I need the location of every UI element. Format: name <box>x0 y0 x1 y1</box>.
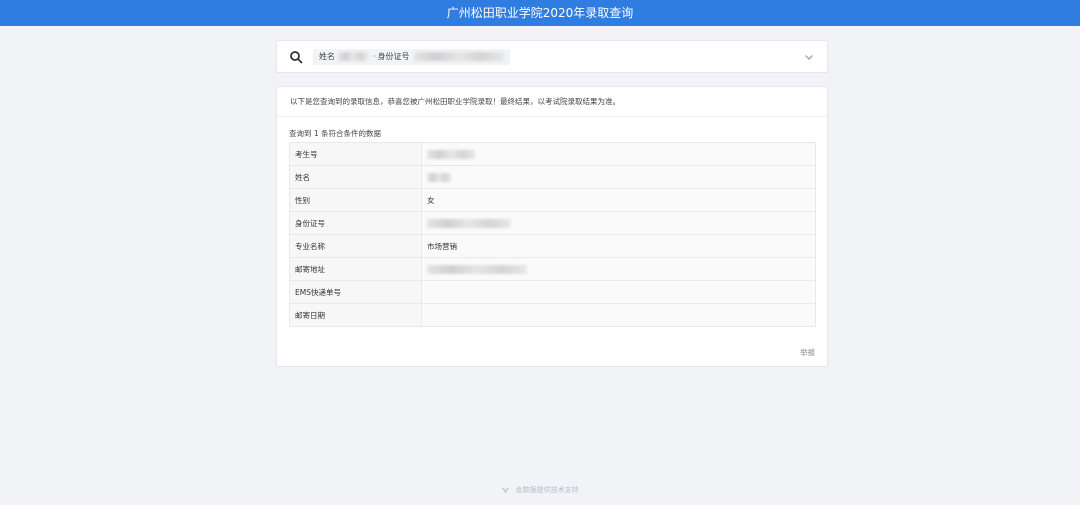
field-label: 专业名称 <box>289 234 422 258</box>
result-table: 考生号 姓名 性别女身份证号 专业名称 市场营销 邮寄地址 EMS快递单号 邮寄日期 <box>289 142 816 327</box>
field-label: 身份证号 <box>289 211 422 235</box>
search-icon[interactable] <box>289 50 303 64</box>
report-link[interactable]: 举报 <box>800 347 815 358</box>
page-header: 广州松田职业学院2020年录取查询 <box>0 0 1080 26</box>
redacted-value <box>427 218 511 228</box>
redacted-value <box>427 264 527 274</box>
filter-id-label: 身份证号 <box>377 52 410 61</box>
field-value-cell <box>421 303 816 327</box>
admission-notice: 以下是您查询到的录取信息，恭喜您被广州松田职业学院录取！最终结果，以考试院录取结… <box>277 87 827 117</box>
result-count: 查询到 1 条符合条件的数据 <box>289 129 382 138</box>
field-value: 市场营销 <box>427 241 457 251</box>
result-panel: 以下是您查询到的录取信息，恭喜您被广州松田职业学院录取！最终结果，以考试院录取结… <box>276 86 828 367</box>
table-row: 邮寄地址 <box>289 257 816 281</box>
field-label: 性别 <box>289 188 422 212</box>
field-value-cell <box>421 211 816 235</box>
table-row: 性别女 <box>289 188 816 212</box>
filter-separator: · <box>373 52 376 61</box>
table-row: 专业名称 市场营销 <box>289 234 816 258</box>
redacted-value <box>427 149 475 159</box>
field-value-cell <box>421 257 816 281</box>
search-filter-chip[interactable]: 姓名 · 身份证号 <box>313 48 510 65</box>
search-bar[interactable]: 姓名 · 身份证号 <box>276 40 828 73</box>
field-label: 考生号 <box>289 142 422 166</box>
field-value-cell <box>421 165 816 189</box>
field-value-cell: 女 <box>421 188 816 212</box>
filter-name-label: 姓名 <box>319 52 335 61</box>
logo-icon <box>501 486 510 495</box>
field-label: EMS快递单号 <box>289 280 422 304</box>
field-value-cell <box>421 142 816 166</box>
redacted-name <box>338 52 368 61</box>
footer: 金数据提供技术支持 <box>0 485 1080 495</box>
field-value: 女 <box>427 195 435 205</box>
chevron-down-icon[interactable] <box>803 51 815 63</box>
field-label: 邮寄地址 <box>289 257 422 281</box>
field-label: 姓名 <box>289 165 422 189</box>
page-title: 广州松田职业学院2020年录取查询 <box>446 6 634 20</box>
table-row: 考生号 <box>289 142 816 166</box>
table-row: 身份证号 <box>289 211 816 235</box>
table-row: 邮寄日期 <box>289 303 816 327</box>
field-label: 邮寄日期 <box>289 303 422 327</box>
table-row: 姓名 <box>289 165 816 189</box>
redacted-id-number <box>413 52 504 61</box>
table-row: EMS快递单号 <box>289 280 816 304</box>
field-value-cell: 市场营销 <box>421 234 816 258</box>
footer-text: 金数据提供技术支持 <box>515 486 579 494</box>
redacted-value <box>427 172 451 182</box>
field-value-cell <box>421 280 816 304</box>
